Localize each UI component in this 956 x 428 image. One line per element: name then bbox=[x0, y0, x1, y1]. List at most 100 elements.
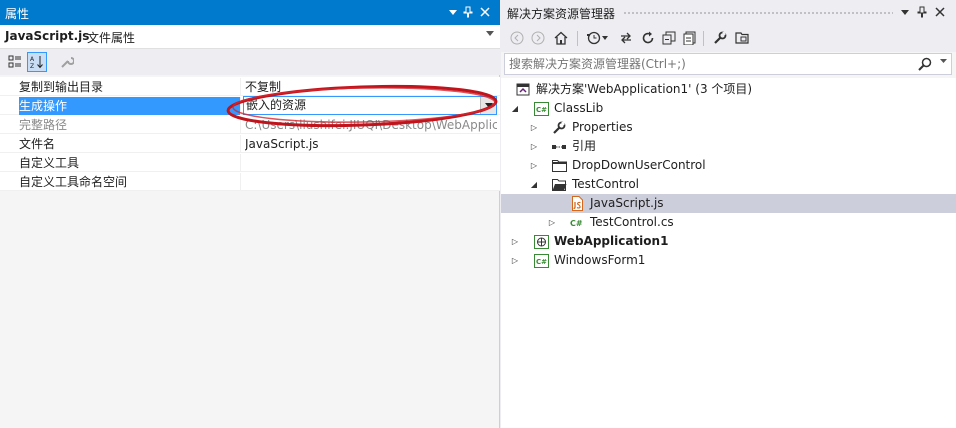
pin-icon[interactable] bbox=[913, 3, 931, 21]
svg-text:Z: Z bbox=[30, 63, 34, 69]
alphabetical-sort-icon[interactable]: A Z bbox=[27, 52, 47, 72]
solution-explorer-titlebar: 解决方案资源管理器 bbox=[501, 0, 956, 25]
javascript-file-icon bbox=[569, 196, 585, 211]
dropdown-arrow-icon[interactable] bbox=[480, 97, 496, 114]
chevron-down-icon[interactable] bbox=[486, 31, 494, 36]
refresh-icon[interactable] bbox=[638, 28, 658, 48]
web-project-icon bbox=[533, 234, 549, 249]
solution-search-box[interactable] bbox=[504, 53, 952, 75]
tree-node-label: Properties bbox=[572, 120, 633, 134]
tree-node-label: WindowsForm1 bbox=[554, 253, 646, 267]
collapse-arrow-icon[interactable]: ◢ bbox=[509, 99, 521, 118]
tree-node-label: TestControl bbox=[572, 177, 640, 191]
tree-node-label: 引用 bbox=[572, 139, 597, 153]
property-value[interactable] bbox=[245, 173, 497, 191]
tree-node-label: WebApplication1 bbox=[554, 234, 669, 248]
svg-text:C#: C# bbox=[536, 106, 547, 114]
svg-text:A: A bbox=[30, 56, 35, 63]
tree-node-label: ClassLib bbox=[554, 101, 604, 115]
collapse-all-icon[interactable] bbox=[659, 28, 679, 48]
window-position-dropdown-icon[interactable] bbox=[896, 3, 914, 21]
expand-arrow-icon[interactable]: ▷ bbox=[509, 251, 521, 270]
categorized-view-icon[interactable] bbox=[5, 52, 25, 72]
tree-node-properties[interactable]: ▷ Properties bbox=[501, 118, 956, 137]
property-value[interactable] bbox=[245, 154, 497, 172]
tree-node-folder[interactable]: ▷ DropDownUserControl bbox=[501, 156, 956, 175]
properties-title: 属性 bbox=[5, 7, 30, 21]
csharp-project-icon: C# bbox=[533, 253, 549, 268]
selected-object-name: JavaScript.js bbox=[5, 29, 90, 43]
property-name: 完整路径 bbox=[19, 116, 241, 134]
tree-node-project[interactable]: ◢ C# ClassLib bbox=[501, 99, 956, 118]
tree-node-file[interactable]: ▷ C# TestControl.cs bbox=[501, 213, 956, 232]
folder-icon bbox=[551, 158, 567, 173]
collapse-arrow-icon[interactable]: ◢ bbox=[528, 175, 540, 194]
tree-node-file-selected[interactable]: JavaScript.js bbox=[501, 194, 956, 213]
solution-tree: 解决方案'WebApplication1' (3 个项目) ◢ C# Class… bbox=[501, 78, 956, 428]
solution-explorer-panel: 解决方案资源管理器 搜索解决方案资源管理器(Ctrl+;) 解决方案'WebAp… bbox=[501, 0, 956, 428]
property-row[interactable]: 自定义工具 bbox=[0, 153, 500, 172]
tree-node-project-startup[interactable]: ▷ WebApplication1 bbox=[501, 232, 956, 251]
property-name: 自定义工具命名空间 bbox=[19, 173, 241, 191]
svg-text:C#: C# bbox=[570, 219, 583, 228]
properties-panel: 属性 JavaScript.js 文件属性 A Z 复制到输出目录 不复制 生成… bbox=[0, 0, 500, 428]
property-row[interactable]: 文件名 JavaScript.js bbox=[0, 134, 500, 153]
object-selector[interactable]: JavaScript.js 文件属性 bbox=[0, 25, 500, 49]
property-value[interactable]: JavaScript.js bbox=[245, 135, 497, 153]
property-row[interactable]: 完整路径 C:\Users\liushifei.JIUQI\Desktop\We… bbox=[0, 115, 500, 134]
properties-toolbar: A Z bbox=[0, 49, 500, 75]
toolbar-separator bbox=[577, 31, 578, 46]
svg-text:C#: C# bbox=[536, 258, 547, 266]
property-name: 文件名 bbox=[19, 135, 241, 153]
property-row[interactable]: 复制到输出目录 不复制 bbox=[0, 77, 500, 96]
expand-arrow-icon[interactable]: ▷ bbox=[546, 213, 558, 232]
expand-arrow-icon[interactable]: ▷ bbox=[528, 156, 540, 175]
tree-node-references[interactable]: ▷ 引用 bbox=[501, 137, 956, 156]
references-icon bbox=[551, 139, 567, 154]
preview-selected-items-icon[interactable] bbox=[732, 28, 752, 48]
pin-icon[interactable] bbox=[459, 3, 477, 21]
solution-search-input[interactable] bbox=[509, 55, 909, 73]
close-icon[interactable] bbox=[476, 3, 494, 21]
search-options-dropdown-icon[interactable] bbox=[940, 59, 947, 63]
open-folder-icon bbox=[551, 177, 567, 192]
expand-arrow-icon[interactable]: ▷ bbox=[528, 137, 540, 156]
build-action-value: 嵌入的资源 bbox=[246, 98, 307, 112]
show-all-files-icon[interactable] bbox=[680, 28, 700, 48]
wrench-icon bbox=[551, 120, 567, 135]
selected-object-type: 文件属性 bbox=[87, 31, 136, 45]
property-value[interactable]: 不复制 bbox=[245, 78, 497, 96]
build-action-dropdown[interactable]: 嵌入的资源 bbox=[243, 96, 497, 115]
sync-with-active-document-icon[interactable] bbox=[616, 28, 636, 48]
close-icon[interactable] bbox=[931, 3, 949, 21]
property-name: 复制到输出目录 bbox=[19, 78, 241, 96]
search-icon[interactable] bbox=[917, 56, 933, 72]
home-icon[interactable] bbox=[551, 28, 571, 48]
forward-icon[interactable] bbox=[528, 28, 548, 48]
property-name: 生成操作 bbox=[19, 97, 241, 115]
property-pages-wrench-icon[interactable] bbox=[57, 52, 77, 72]
filter-dropdown-icon[interactable] bbox=[600, 28, 610, 48]
titlebar-grip[interactable] bbox=[623, 11, 893, 15]
tree-node-solution[interactable]: 解决方案'WebApplication1' (3 个项目) bbox=[501, 80, 956, 99]
back-icon[interactable] bbox=[507, 28, 527, 48]
toolbar-separator bbox=[703, 31, 704, 46]
properties-wrench-icon[interactable] bbox=[710, 28, 730, 48]
solution-explorer-toolbar bbox=[501, 25, 956, 52]
solution-explorer-title: 解决方案资源管理器 bbox=[507, 7, 616, 21]
expand-arrow-icon[interactable]: ▷ bbox=[528, 118, 540, 137]
tree-node-label: TestControl.cs bbox=[590, 215, 674, 229]
property-grid: 复制到输出目录 不复制 生成操作 嵌入的资源 完整路径 C:\Users\liu… bbox=[0, 77, 500, 191]
expand-arrow-icon[interactable]: ▷ bbox=[509, 232, 521, 251]
csharp-file-icon: C# bbox=[569, 215, 585, 230]
property-row[interactable]: 自定义工具命名空间 bbox=[0, 172, 500, 191]
property-name: 自定义工具 bbox=[19, 154, 241, 172]
csharp-project-icon: C# bbox=[533, 101, 549, 116]
properties-titlebar: 属性 bbox=[0, 0, 500, 25]
tree-node-folder-open[interactable]: ◢ TestControl bbox=[501, 175, 956, 194]
solution-icon bbox=[515, 82, 531, 97]
property-row-selected[interactable]: 生成操作 嵌入的资源 bbox=[0, 96, 500, 115]
tree-node-label: DropDownUserControl bbox=[572, 158, 706, 172]
tree-node-project[interactable]: ▷ C# WindowsForm1 bbox=[501, 251, 956, 270]
tree-node-label: 解决方案'WebApplication1' (3 个项目) bbox=[536, 82, 753, 96]
